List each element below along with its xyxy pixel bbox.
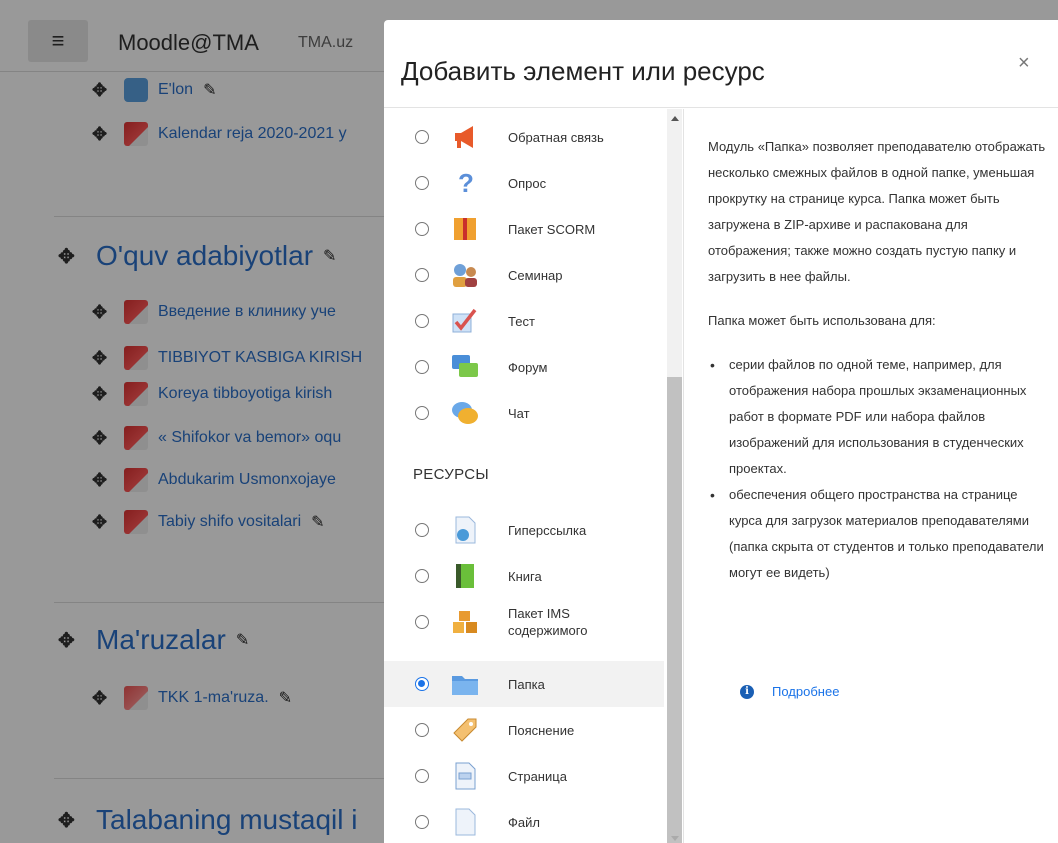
radio-button[interactable] [415,268,429,282]
people-icon [453,264,477,287]
option-url[interactable]: Гиперссылка [384,507,664,553]
radio-button[interactable] [415,360,429,374]
radio-button[interactable] [415,176,429,190]
radio-button[interactable] [415,406,429,420]
option-workshop[interactable]: Семинар [384,252,664,298]
option-label: Гиперссылка [508,522,587,538]
question-icon: ? [458,168,474,198]
modal-title: Добавить элемент или ресурс [401,56,765,86]
option-feedback[interactable]: Обратная связь [384,114,664,160]
description-paragraph: Модуль «Папка» позволяет преподавателю о… [708,139,1046,284]
option-forum[interactable]: Форум [384,344,664,390]
description-list: серии файлов по одной теме, например, дл… [708,352,1048,586]
radio-button[interactable] [415,523,429,537]
description-bullet: серии файлов по одной теме, например, дл… [708,352,1048,482]
folder-icon [452,676,478,695]
radio-button[interactable] [415,815,429,829]
radio-button[interactable] [415,769,429,783]
svg-text:?: ? [458,168,474,198]
page-icon [455,762,476,790]
radio-button[interactable] [415,130,429,144]
boxes-icon [453,611,477,633]
resources-heading: РЕСУРСЫ [413,466,489,483]
scroll-up-icon[interactable] [671,116,679,121]
option-label: Страница [508,768,567,784]
modal-header: Добавить элемент или ресурс × [384,20,1058,108]
checkmark-icon [452,308,477,333]
option-quiz[interactable]: Тест [384,298,664,344]
option-label: Опрос [508,175,547,191]
option-label: Файл [508,814,540,830]
option-chat[interactable]: Чат [384,390,664,436]
option-label: Тест [508,313,535,329]
chat-icon [452,402,478,424]
scroll-down-icon[interactable] [671,836,679,841]
module-chooser-list[interactable]: Обратная связь ? Опрос Пакет SCORM Семин… [384,109,684,843]
megaphone-icon [455,126,473,148]
file-icon [455,808,476,836]
more-help-link[interactable]: i Подробнее [740,684,839,699]
option-label: Пакет IMS содержимого [508,606,588,638]
radio-button-selected[interactable] [415,677,429,691]
package-icon [454,218,476,240]
option-label: Чат [508,405,530,421]
module-description: Модуль «Папка» позволяет преподавателю о… [708,134,1048,586]
scrollbar-thumb[interactable] [667,377,682,843]
radio-button[interactable] [415,222,429,236]
option-label: Пояснение [508,722,575,738]
option-scorm[interactable]: Пакет SCORM [384,206,664,252]
option-folder[interactable]: Папка [384,661,664,707]
option-label: Обратная связь [508,129,604,145]
info-icon: i [740,684,754,699]
book-icon [456,564,474,588]
globe-page-icon [455,516,476,544]
option-label: Пакет SCORM [508,221,596,237]
option-ims[interactable]: Пакет IMS содержимого [384,599,664,645]
option-label: Папка [508,676,545,692]
radio-button[interactable] [415,723,429,737]
option-book[interactable]: Книга [384,553,664,599]
radio-button[interactable] [415,314,429,328]
more-link-label[interactable]: Подробнее [772,684,839,699]
option-label-resource[interactable]: Пояснение [384,707,664,753]
forum-icon [452,355,478,377]
add-activity-modal: Добавить элемент или ресурс × Обратная с… [384,20,1058,843]
option-file[interactable]: Файл [384,799,664,843]
close-icon[interactable]: × [1018,52,1030,75]
option-label: Форум [508,359,548,375]
radio-button[interactable] [415,615,429,629]
option-label: Книга [508,568,542,584]
description-paragraph: Папка может быть использована для: [708,313,936,328]
option-survey[interactable]: ? Опрос [384,160,664,206]
radio-button[interactable] [415,569,429,583]
option-label: Семинар [508,267,563,283]
option-page[interactable]: Страница [384,753,664,799]
label-tag-icon [453,718,477,742]
description-bullet: обеспечения общего пространства на стран… [708,482,1048,586]
